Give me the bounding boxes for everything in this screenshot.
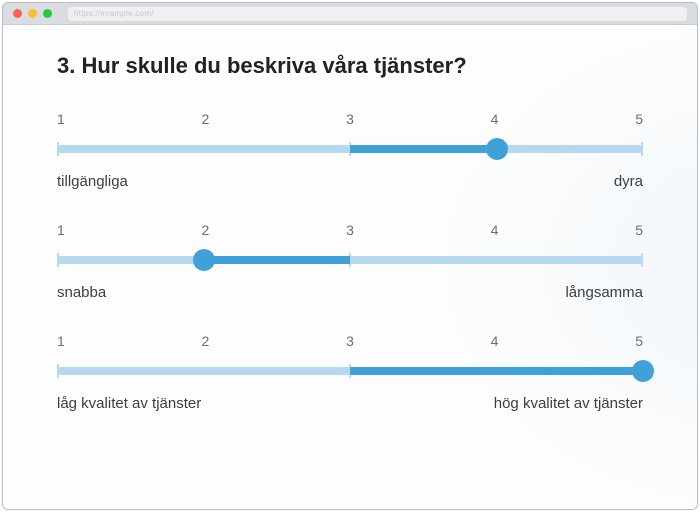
tick-label: 1 bbox=[57, 111, 65, 127]
slider-2-track[interactable] bbox=[57, 250, 643, 270]
slider-3-labels: låg kvalitet av tjänster hög kvalitet av… bbox=[57, 395, 643, 412]
slider-1-track[interactable] bbox=[57, 139, 643, 159]
tick-label: 5 bbox=[635, 111, 643, 127]
url-bar[interactable]: https://example.com/ bbox=[68, 7, 687, 21]
slider-3-ticks: 1 2 3 4 5 bbox=[57, 333, 643, 349]
slider-row-2: 1 2 3 4 5 snabba långsamma bbox=[57, 222, 643, 301]
slider-2-ticks: 1 2 3 4 5 bbox=[57, 222, 643, 238]
tick-label: 3 bbox=[346, 111, 354, 127]
slider-3-right-label: hög kvalitet av tjänster bbox=[494, 395, 643, 412]
question-number: 3. bbox=[57, 53, 75, 78]
slider-1-labels: tillgängliga dyra bbox=[57, 173, 643, 190]
slider-row-3: 1 2 3 4 5 låg kvalitet av tjänster hög k… bbox=[57, 333, 643, 412]
browser-window: https://example.com/ 3. Hur skulle du be… bbox=[2, 2, 698, 510]
slider-2-left-label: snabba bbox=[57, 284, 106, 301]
question-text: Hur skulle du beskriva våra tjänster? bbox=[81, 53, 466, 78]
slider-end-cap-right bbox=[641, 253, 643, 267]
slider-3-track[interactable] bbox=[57, 361, 643, 381]
tick-label: 2 bbox=[202, 333, 210, 349]
slider-end-cap-left bbox=[57, 253, 59, 267]
close-icon[interactable] bbox=[13, 9, 22, 18]
maximize-icon[interactable] bbox=[43, 9, 52, 18]
slider-end-cap-right bbox=[641, 142, 643, 156]
slider-1-thumb[interactable] bbox=[486, 138, 508, 160]
tick-label: 4 bbox=[491, 333, 499, 349]
slider-3-left-label: låg kvalitet av tjänster bbox=[57, 395, 201, 412]
slider-3-fill bbox=[350, 367, 643, 375]
tick-label: 4 bbox=[491, 222, 499, 238]
slider-2-fill bbox=[204, 256, 351, 264]
slider-1-right-label: dyra bbox=[614, 173, 643, 190]
slider-end-cap-left bbox=[57, 364, 59, 378]
slider-2-labels: snabba långsamma bbox=[57, 284, 643, 301]
minimize-icon[interactable] bbox=[28, 9, 37, 18]
tick-label: 5 bbox=[635, 333, 643, 349]
tick-label: 2 bbox=[202, 111, 210, 127]
slider-1-ticks: 1 2 3 4 5 bbox=[57, 111, 643, 127]
survey-content: 3. Hur skulle du beskriva våra tjänster?… bbox=[3, 25, 697, 509]
slider-2-thumb[interactable] bbox=[193, 249, 215, 271]
tick-label: 5 bbox=[635, 222, 643, 238]
tick-label: 1 bbox=[57, 222, 65, 238]
tick-label: 3 bbox=[346, 222, 354, 238]
tick-label: 4 bbox=[491, 111, 499, 127]
question-title: 3. Hur skulle du beskriva våra tjänster? bbox=[57, 53, 643, 79]
tick-label: 1 bbox=[57, 333, 65, 349]
tick-label: 3 bbox=[346, 333, 354, 349]
url-text: https://example.com/ bbox=[74, 9, 154, 18]
slider-1-left-label: tillgängliga bbox=[57, 173, 128, 190]
window-titlebar: https://example.com/ bbox=[3, 3, 697, 25]
slider-row-1: 1 2 3 4 5 tillgängliga dyra bbox=[57, 111, 643, 190]
slider-2-right-label: långsamma bbox=[565, 284, 643, 301]
slider-1-fill bbox=[350, 145, 497, 153]
slider-3-thumb[interactable] bbox=[632, 360, 654, 382]
slider-end-cap-left bbox=[57, 142, 59, 156]
tick-label: 2 bbox=[202, 222, 210, 238]
